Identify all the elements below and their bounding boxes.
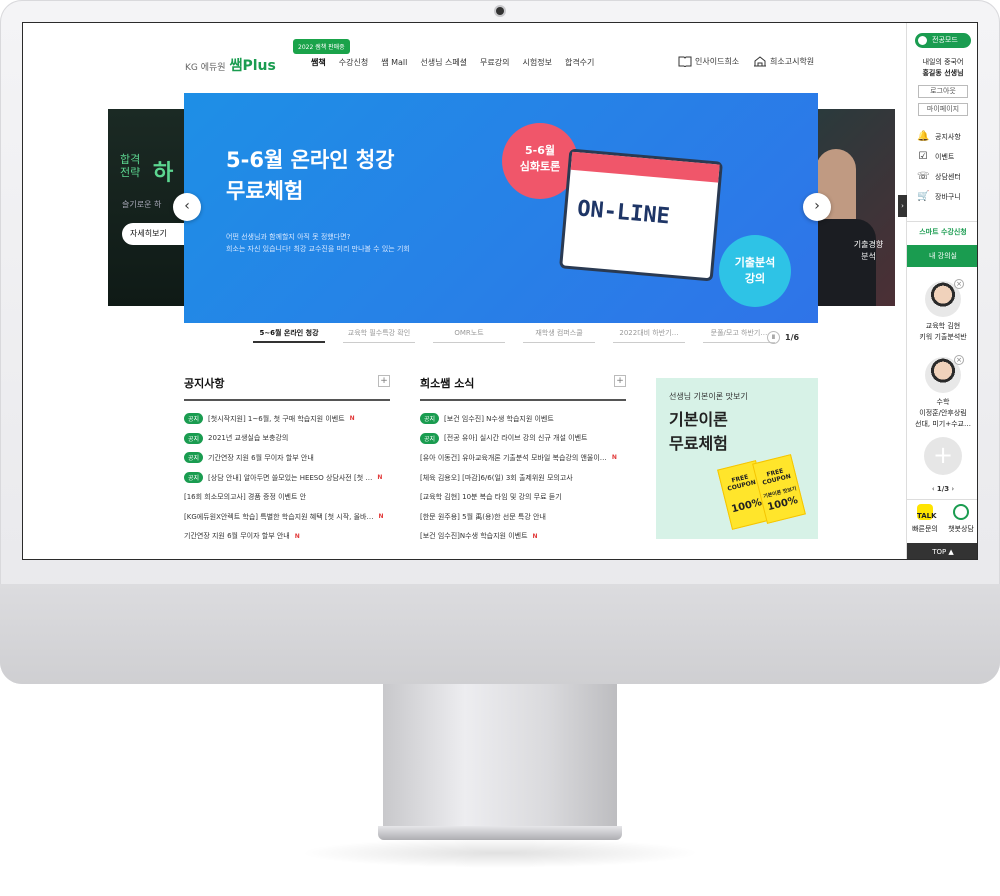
menu-notice[interactable]: 🔔 공지사항 — [917, 131, 961, 142]
banner-subtitle: 어떤 선생님과 함께할지 아직 못 정했다면? 희소는 자신 있습니다! 최강 … — [226, 233, 410, 253]
notice-list: 공지 [첫시작지원] 1~6월, 첫 구매 학습지원 이벤트 N 공지 2021년 교… — [184, 409, 390, 546]
list-item[interactable]: [16회 희소모의고사] 경품 증정 이벤트 안 — [184, 487, 390, 507]
carousel-tab[interactable]: 문풀/모고 하반기… — [703, 328, 775, 343]
scroll-top-button[interactable]: TOP ▲ — [907, 543, 977, 559]
camera-icon — [496, 7, 504, 15]
nav-item-mall[interactable]: 쌤 Mall — [381, 57, 407, 68]
main-nav: 쌤책 수강신청 쌤 Mall 선생님 스페셜 무료강의 시험정보 합격수기 — [311, 57, 594, 68]
pause-icon[interactable]: Ⅱ — [767, 331, 780, 344]
carousel-tab[interactable]: 재학생 컴퍼스쿨 — [523, 328, 595, 343]
talk-icon: TALK — [917, 504, 937, 520]
building-icon — [754, 56, 766, 67]
monitor-frame: KG 에듀원 쌤Plus 2022 쌤책 판매중 쌤책 수강신청 쌤 Mall 선… — [0, 0, 1000, 684]
bell-icon: 🔔 — [917, 131, 930, 142]
avatar: × — [925, 355, 964, 393]
free-trial-promo[interactable]: 선생님 기본이론 맛보기 기본이론 무료체험 FREE COUPON 100% … — [656, 378, 818, 539]
nav-item-enroll[interactable]: 수강신청 — [339, 57, 368, 68]
quick-contact: TALK 빠른문의 챗봇상담 — [907, 499, 977, 543]
side-left-subtitle: 합격 전략 — [120, 153, 141, 179]
side-left-detail-button[interactable]: 자세히보기 — [122, 223, 188, 245]
lecture-next-button[interactable]: › — [949, 485, 954, 493]
nav-item-reviews[interactable]: 합격수기 — [565, 57, 594, 68]
carousel-tabs: 5~6월 온라인 청강 교육학 필수특강 확인 OMR노트 재학생 컴퍼스쿨 2… — [253, 328, 775, 343]
side-left-caption: 슬기로운 하 — [122, 200, 162, 209]
logo[interactable]: KG 에듀원 쌤Plus — [185, 55, 276, 75]
chatbot-icon — [953, 504, 969, 520]
user-info: 내일의 중국어 홍길동 선생님 — [922, 58, 964, 77]
screen: KG 에듀원 쌤Plus 2022 쌤책 판매중 쌤책 수강신청 쌤 Mall 선… — [22, 22, 978, 560]
lecture-card[interactable]: × 교육학 김현 키워 기출분석반 — [907, 279, 977, 343]
mypage-button[interactable]: 마이페이지 — [918, 103, 968, 116]
my-classroom-button[interactable]: 내 강의실 — [907, 245, 977, 267]
util-link-inside[interactable]: 인사이드희소 — [678, 56, 739, 67]
list-item[interactable]: 공지 [첫시작지원] 1~6월, 첫 구매 학습지원 이벤트 N — [184, 409, 390, 429]
list-item[interactable]: 공지 기간연장 지원 6월 무이자 할부 안내 — [184, 448, 390, 468]
online-text: ON-LINE — [576, 196, 671, 230]
nav-item-free-lecture[interactable]: 무료강의 — [480, 57, 509, 68]
menu-event[interactable]: ☑ 이벤트 — [917, 151, 955, 162]
chatbot-button[interactable]: 챗봇상담 — [943, 500, 977, 543]
promo-title: 기본이론 무료체험 — [669, 410, 728, 453]
notice-board: 공지사항 + 공지 [첫시작지원] 1~6월, 첫 구매 학습지원 이벤트 N 공지 2… — [184, 375, 390, 546]
cart-icon: 🛒 — [917, 191, 930, 202]
carousel-next-button[interactable]: › — [803, 193, 831, 221]
main-banner[interactable]: 5-6월 온라인 청강 무료체험 어떤 선생님과 함께할지 아직 못 정했다면?… — [184, 93, 818, 323]
list-item[interactable]: [보건 임수진]N수생 학습지원 이벤트 N — [420, 527, 626, 547]
stand-shadow — [300, 838, 700, 868]
list-item[interactable]: [체육 김용오] [마감]6/6(일) 3회 출제위원 모의고사 — [420, 468, 626, 488]
lecture-pager: ‹ 1/3 › — [931, 485, 955, 493]
list-item[interactable]: [KG에듀원X안렉트 학습] 특별한 학습지원 혜택 [첫 시작, 올바… N — [184, 507, 390, 527]
logout-button[interactable]: 로그아웃 — [918, 85, 968, 98]
close-icon[interactable]: × — [954, 355, 964, 365]
mode-toggle[interactable]: 전공모드 — [915, 33, 971, 48]
right-quick-panel: › 전공모드 내일의 중국어 홍길동 선생님 로그아웃 마이페이지 🔔 공지사항 … — [898, 23, 977, 559]
book-sale-badge: 2022 쌤책 판매중 — [293, 39, 350, 54]
carousel-prev-button[interactable]: ‹ — [173, 193, 201, 221]
side-right-label: 기출경향 분석 — [853, 240, 884, 261]
menu-counsel[interactable]: ☏ 상담센터 — [917, 171, 961, 182]
banner-cyan-badge: 기출분석 강의 — [719, 235, 791, 307]
monitor-stand — [383, 684, 617, 830]
online-window-illustration: ON-LINE — [559, 148, 723, 282]
side-left-title: 하 — [153, 161, 174, 186]
news-list: 공지 [보건 임수진] N수생 학습지원 이벤트 공지 [전공 유아] 실시간 라이… — [420, 409, 626, 546]
chat-icon: ☏ — [917, 171, 930, 182]
list-item[interactable]: [한문 원주용] 5월 禹(용)한 선문 특강 안내 — [420, 507, 626, 527]
list-item[interactable]: 공지 [전공 유아] 실시간 라이브 강의 신규 개설 이벤트 — [420, 429, 626, 449]
carousel-tab[interactable]: OMR노트 — [433, 328, 505, 343]
list-item[interactable]: [교육학 김현] 10분 복습 타임 및 강의 무료 듣기 — [420, 487, 626, 507]
smart-enroll-link[interactable]: 스마트 수강신청 — [907, 221, 977, 241]
util-link-academy[interactable]: 희소고시학원 — [753, 56, 814, 67]
list-item[interactable]: 공지 [상담 안내] 알아두면 쓸모있는 HEESO 상담사전 [첫 … N — [184, 468, 390, 488]
nav-item-book[interactable]: 쌤책 — [311, 57, 326, 68]
list-item[interactable]: 기간연장 지원 6월 무이자 할부 안내 N — [184, 527, 390, 547]
list-item[interactable]: 공지 [보건 임수진] N수생 학습지원 이벤트 — [420, 409, 626, 429]
close-icon[interactable]: × — [954, 279, 964, 289]
list-item[interactable]: 공지 2021년 교생실습 보충강의 — [184, 429, 390, 449]
notice-title: 공지사항 + — [184, 375, 390, 401]
news-title: 희소쌤 소식 + — [420, 375, 626, 401]
news-more-button[interactable]: + — [614, 375, 626, 387]
promo-caption: 선생님 기본이론 맛보기 — [669, 392, 748, 401]
carousel-tab[interactable]: 교육학 필수특강 확인 — [343, 328, 415, 343]
check-icon: ☑ — [918, 151, 928, 162]
news-board: 희소쌤 소식 + 공지 [보건 임수진] N수생 학습지원 이벤트 공지 [전공 유아… — [420, 375, 626, 546]
banner-title: 5-6월 온라인 청강 무료체험 — [226, 148, 395, 203]
add-lecture-button[interactable]: + — [924, 437, 962, 475]
list-item[interactable]: [유아 이동건] 유아교육개론 기출분석 모바일 복습강의 앤울이… N — [420, 448, 626, 468]
carousel-page-count: 1/6 — [785, 333, 800, 342]
lecture-card[interactable]: × 수학 이정훈/안후상림 선대, 미기+수교… — [907, 355, 977, 430]
nav-item-special[interactable]: 선생님 스페셜 — [420, 57, 467, 68]
avatar: × — [925, 279, 964, 317]
monitor-chin — [0, 584, 1000, 684]
panel-toggle-button[interactable]: › — [898, 195, 907, 217]
book-icon — [678, 56, 692, 67]
menu-cart[interactable]: 🛒 장바구니 — [917, 191, 961, 202]
carousel-pager: Ⅱ 1/6 — [767, 331, 799, 344]
carousel-tab[interactable]: 5~6월 온라인 청강 — [253, 328, 325, 343]
carousel-tab[interactable]: 2022대비 하반기… — [613, 328, 685, 343]
notice-more-button[interactable]: + — [378, 375, 390, 387]
quick-inquiry-button[interactable]: TALK 빠른문의 — [907, 500, 943, 543]
nav-item-exam-info[interactable]: 시험정보 — [523, 57, 552, 68]
